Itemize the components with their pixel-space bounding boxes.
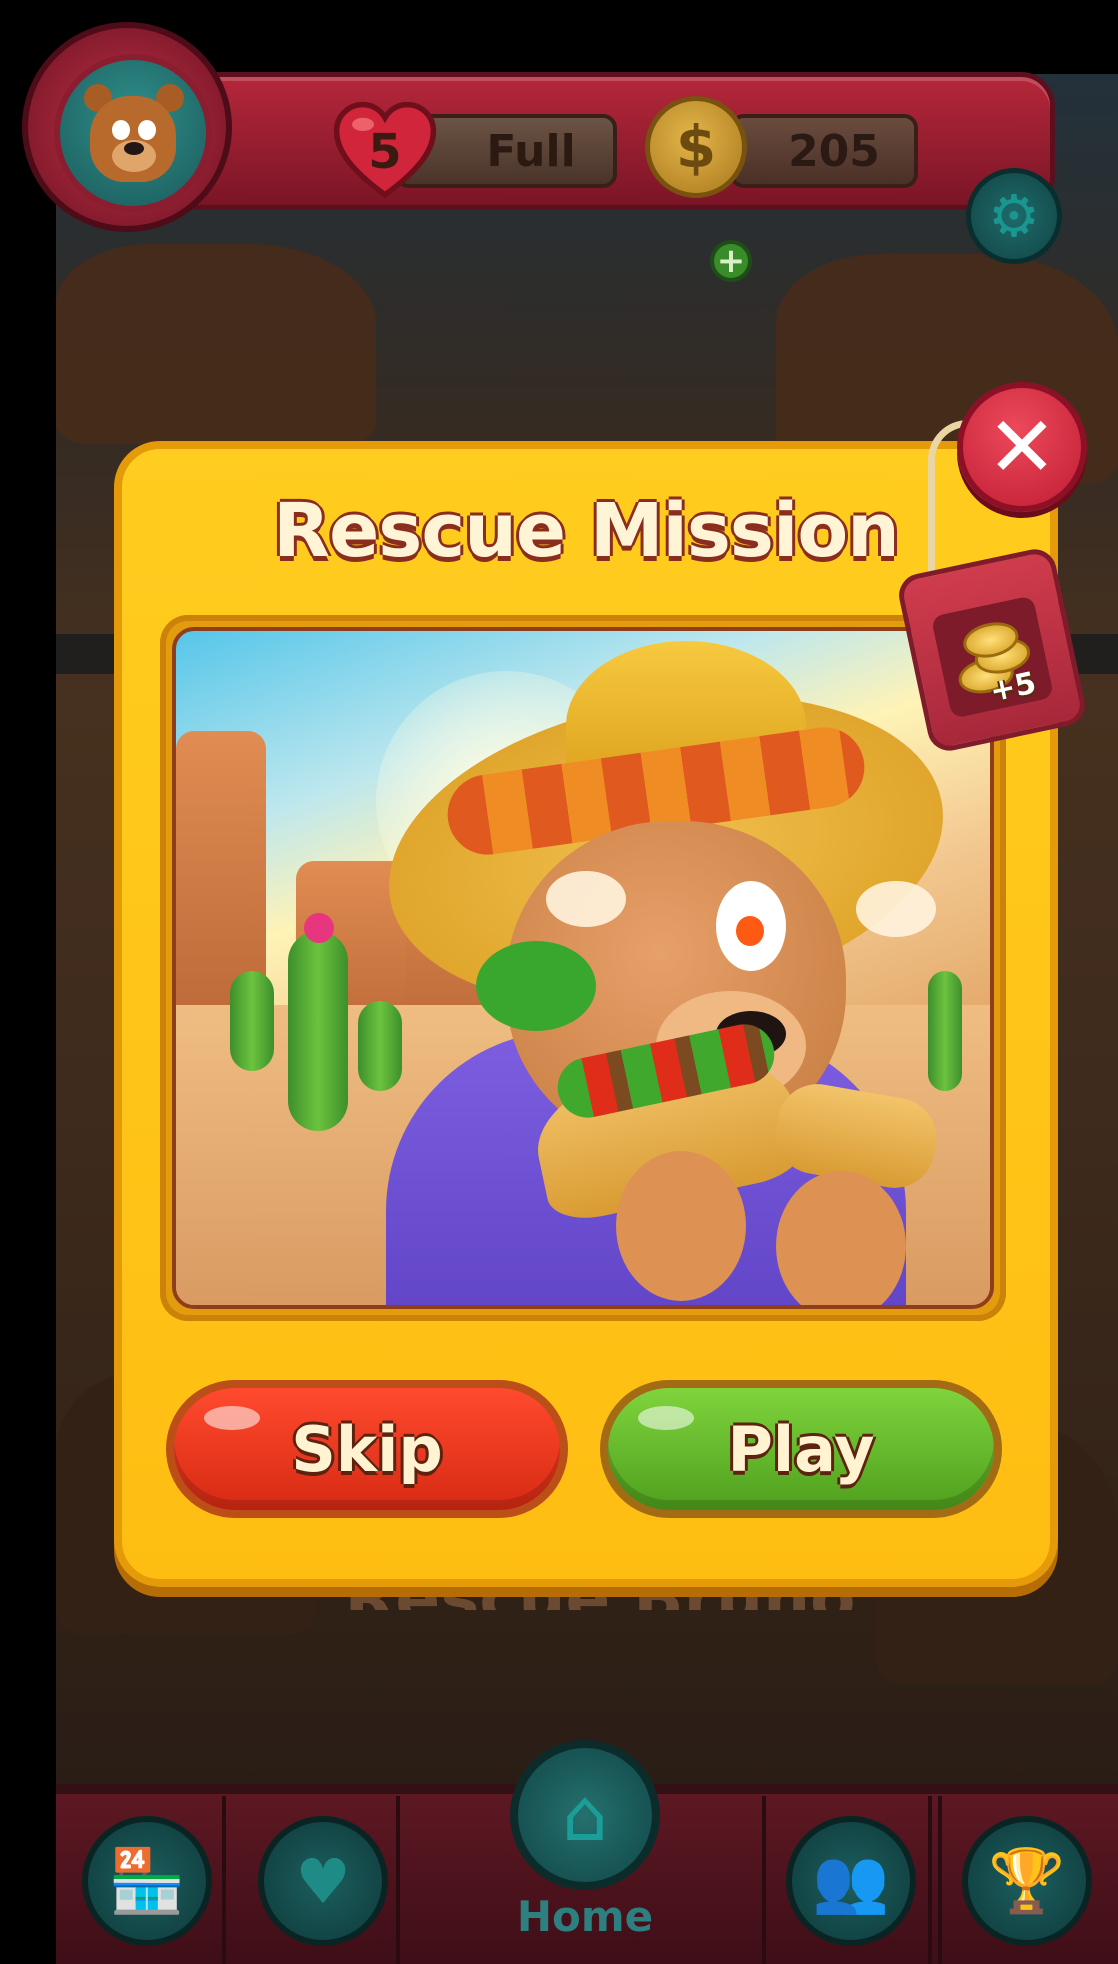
bear-hand bbox=[776, 1171, 906, 1305]
team-icon: 👥 bbox=[812, 1844, 890, 1917]
player-avatar-button[interactable] bbox=[22, 22, 232, 232]
cactus bbox=[230, 971, 274, 1071]
nav-team-button[interactable]: 👥 bbox=[786, 1816, 916, 1946]
fire-eye-icon bbox=[736, 916, 764, 946]
dialog-title: Rescue Mission bbox=[273, 488, 900, 574]
skip-button[interactable]: Skip bbox=[166, 1380, 568, 1518]
nav-home-label: Home bbox=[516, 1892, 654, 1941]
button-shine bbox=[204, 1406, 260, 1430]
bear-nose bbox=[124, 142, 144, 155]
lives-count: 5 bbox=[368, 124, 402, 180]
close-button[interactable]: ✕ bbox=[957, 382, 1087, 512]
add-coins-button[interactable]: + bbox=[710, 240, 752, 282]
steam-puff bbox=[856, 881, 936, 937]
button-shine bbox=[638, 1406, 694, 1430]
cactus bbox=[928, 971, 962, 1091]
cactus bbox=[288, 931, 348, 1131]
coins-pill[interactable]: 205 bbox=[730, 114, 918, 188]
bear-eye bbox=[138, 120, 156, 140]
play-button[interactable]: Play bbox=[600, 1380, 1002, 1518]
coin-icon: $ bbox=[645, 96, 747, 198]
close-icon: ✕ bbox=[986, 398, 1058, 496]
mission-illustration bbox=[172, 627, 994, 1309]
cactus-flower bbox=[304, 913, 334, 943]
gear-icon: ⚙ bbox=[988, 182, 1040, 250]
nav-trophy-button[interactable]: 🏆 bbox=[962, 1816, 1092, 1946]
lives-status-text: Full bbox=[486, 125, 576, 177]
settings-button[interactable]: ⚙ bbox=[966, 168, 1062, 264]
trophy-icon: 🏆 bbox=[988, 1844, 1066, 1917]
nav-lives-button[interactable]: ♥ bbox=[258, 1816, 388, 1946]
heart-icon: ♥ bbox=[295, 1844, 351, 1918]
nav-shop-button[interactable]: 🏪 bbox=[82, 1816, 212, 1946]
steam-puff bbox=[546, 871, 626, 927]
coins-count: 205 bbox=[788, 125, 880, 177]
avatar bbox=[54, 54, 212, 212]
home-icon: ⌂ bbox=[562, 1773, 608, 1857]
skip-label: Skip bbox=[291, 1412, 443, 1486]
nav-home-button[interactable]: ⌂ bbox=[510, 1740, 660, 1890]
bear-scarf bbox=[476, 941, 596, 1031]
play-label: Play bbox=[727, 1412, 875, 1486]
bear-hand bbox=[616, 1151, 746, 1301]
bear-eye bbox=[112, 120, 130, 140]
cactus bbox=[358, 1001, 402, 1091]
shop-icon: 🏪 bbox=[108, 1844, 186, 1917]
